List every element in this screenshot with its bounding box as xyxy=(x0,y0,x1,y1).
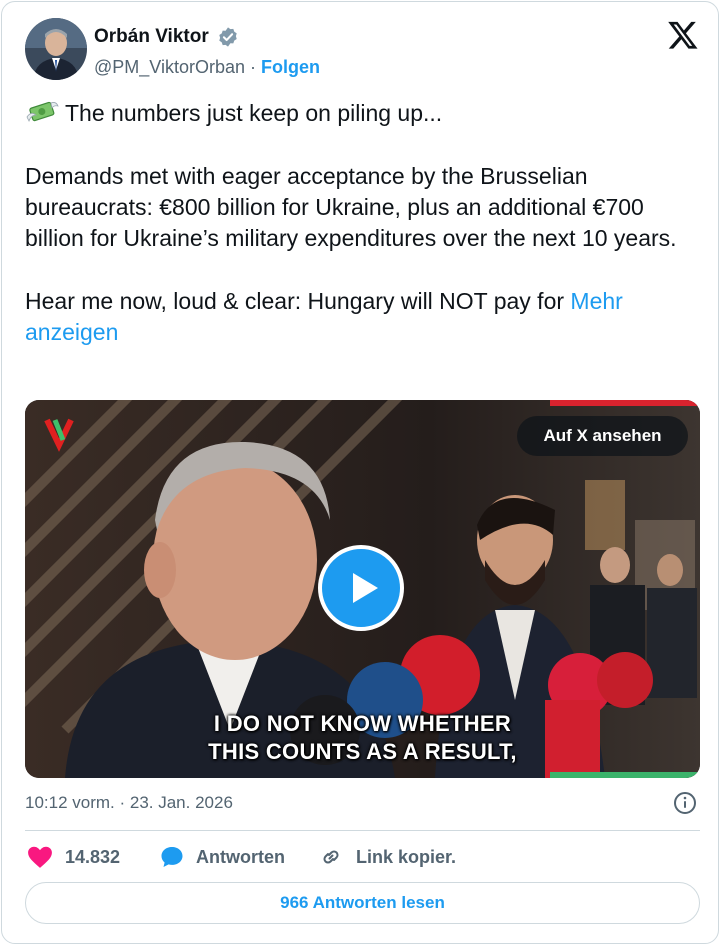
verified-badge-icon xyxy=(219,27,237,47)
watch-on-x-button[interactable]: Auf X ansehen xyxy=(517,416,688,456)
caption-line-2: THIS COUNTS AS A RESULT, xyxy=(208,739,517,764)
like-button[interactable]: 14.832 xyxy=(27,844,120,870)
author-handle-row: @PM_ViktorOrban · Folgen xyxy=(94,57,320,78)
follow-link[interactable]: Folgen xyxy=(261,57,320,77)
play-icon xyxy=(353,573,378,603)
tweet-line-1-text: The numbers just keep on piling up... xyxy=(65,100,443,126)
play-button[interactable] xyxy=(318,545,404,631)
tweet-line-1: The numbers just keep on piling up... xyxy=(25,98,697,129)
avatar-image xyxy=(25,18,87,80)
tweet-text: The numbers just keep on piling up... De… xyxy=(25,98,697,348)
video-caption: I DO NOT KNOW WHETHER THIS COUNTS AS A R… xyxy=(25,710,700,766)
copy-link-button[interactable]: Link kopier. xyxy=(318,844,456,870)
tweet-paragraph-3-text: Hear me now, loud & clear: Hungary will … xyxy=(25,288,571,314)
tweet-embed-card: Orbán Viktor @PM_ViktorOrban · Folgen Th… xyxy=(1,1,719,944)
money-with-wings-icon xyxy=(26,101,59,123)
caption-line-1: I DO NOT KNOW WHETHER xyxy=(213,711,512,736)
reply-button[interactable]: Antworten xyxy=(160,844,285,870)
separator-dot: · xyxy=(245,57,261,77)
read-replies-button[interactable]: 966 Antworten lesen xyxy=(25,882,700,924)
like-count: 14.832 xyxy=(65,846,121,867)
video-player[interactable]: Auf X ansehen I DO NOT KNOW WHETHER THIS… xyxy=(25,400,700,778)
divider xyxy=(25,830,700,831)
info-icon[interactable] xyxy=(673,791,697,815)
x-logo-icon[interactable] xyxy=(667,19,699,51)
post-timestamp[interactable]: 10:12 vorm. · 23. Jan. 2026 xyxy=(25,793,233,813)
author-avatar[interactable] xyxy=(25,18,87,80)
reply-label: Antworten xyxy=(196,846,285,867)
tweet-paragraph-2: Demands met with eager acceptance by the… xyxy=(25,163,677,251)
speech-bubble-icon xyxy=(161,847,183,867)
tweet-paragraph-3: Hear me now, loud & clear: Hungary will … xyxy=(25,286,697,348)
author-name[interactable]: Orbán Viktor xyxy=(94,26,209,48)
author-handle[interactable]: @PM_ViktorOrban xyxy=(94,57,245,77)
copy-link-label: Link kopier. xyxy=(356,846,457,867)
heart-icon xyxy=(28,846,52,868)
link-icon xyxy=(323,850,339,864)
